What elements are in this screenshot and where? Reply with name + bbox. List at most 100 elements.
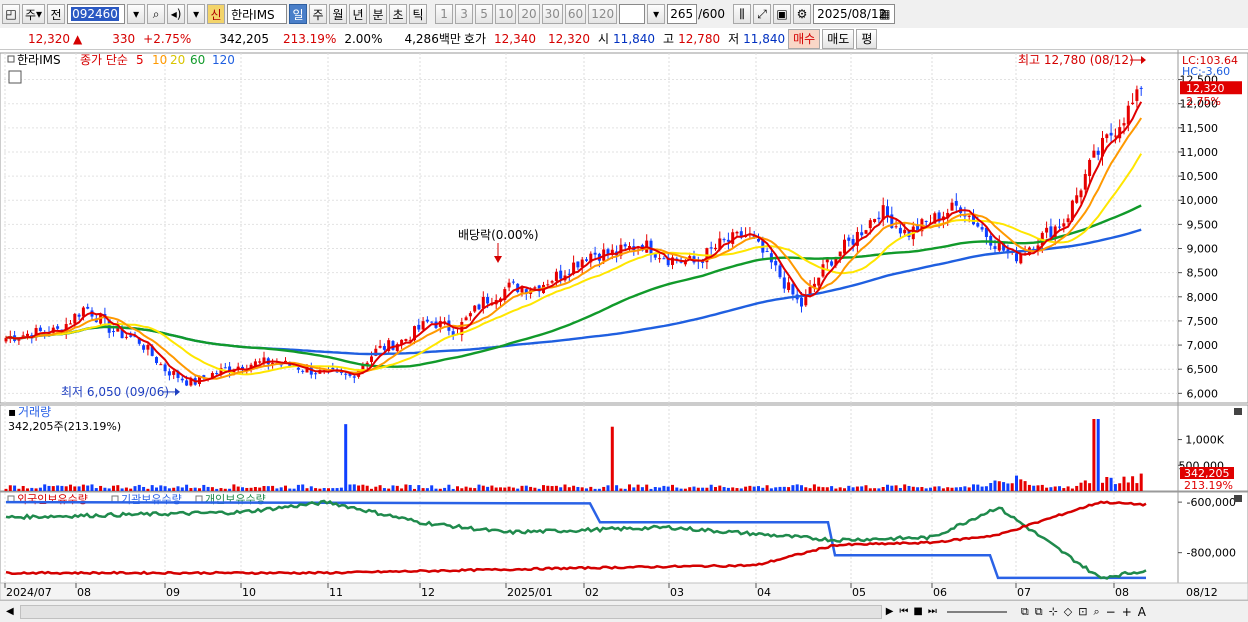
volume-bar — [1053, 486, 1057, 491]
layout-icon[interactable]: ◰ — [2, 4, 20, 24]
volume-bar — [339, 487, 343, 491]
font-size-icon[interactable]: A — [1138, 605, 1146, 619]
candle-body — [344, 373, 348, 375]
candle-body — [382, 346, 386, 350]
play-next-icon[interactable]: ⏭ — [928, 606, 937, 617]
code-dropdown-icon[interactable]: ▾ — [127, 4, 146, 24]
x-tick-label: 05 — [852, 586, 866, 599]
candle-body — [1113, 135, 1117, 137]
low-annotation: 최저 6,050 (09/06) — [61, 385, 169, 399]
candle-icon[interactable]: ⫼ — [733, 4, 752, 24]
scroll-right-icon[interactable]: ▶ — [886, 606, 894, 617]
volume-bar — [1139, 473, 1143, 491]
volume-bar — [1032, 485, 1036, 491]
period-second-button[interactable]: 초 — [389, 4, 408, 24]
candle-body — [430, 321, 434, 323]
period-year-button[interactable]: 년 — [349, 4, 368, 24]
search-icon[interactable]: ⌕ — [147, 4, 166, 24]
volume-bar — [817, 486, 821, 491]
period-minute-button[interactable]: 분 — [369, 4, 388, 24]
interval-custom-input[interactable] — [619, 4, 646, 24]
volume-bar — [769, 488, 773, 491]
zoom-in-icon[interactable]: + — [1122, 605, 1132, 619]
candle-body — [623, 244, 627, 247]
prev-button[interactable]: 전 — [47, 4, 66, 24]
volume-bar — [688, 487, 692, 491]
candle-body — [172, 371, 176, 375]
horizontal-scrollbar[interactable] — [19, 604, 882, 619]
volume-bar — [761, 487, 765, 491]
scroll-left-icon[interactable]: ◀ — [6, 606, 14, 617]
x-tick-label: 02 — [585, 586, 599, 599]
measure-icon[interactable]: ⊹ — [1049, 605, 1058, 618]
volume-bar — [563, 484, 567, 491]
volume-bar — [464, 486, 468, 491]
copy-icon[interactable]: ⧉ — [1021, 605, 1029, 619]
volume-bar — [864, 485, 868, 491]
volume-bar — [1079, 482, 1083, 491]
interval-3-button[interactable]: 3 — [455, 4, 474, 24]
volume-bar — [683, 488, 687, 491]
period-tick-button[interactable]: 틱 — [409, 4, 428, 24]
x-tick-label: 2025/01 — [507, 586, 553, 599]
search-zoom-icon[interactable]: ⌕ — [1093, 605, 1099, 619]
zoom-slider[interactable] — [946, 610, 1007, 613]
volume-bar — [357, 485, 361, 491]
period-week-button[interactable]: 주 — [309, 4, 328, 24]
stock-code-input[interactable]: 092460 — [67, 4, 126, 24]
count-input[interactable]: 265 — [667, 4, 698, 24]
candle-body — [825, 259, 829, 263]
interval-10-button[interactable]: 10 — [495, 4, 517, 24]
volume-value-label: 342,205주(213.19%) — [8, 420, 121, 433]
candle-body — [709, 247, 713, 249]
x-tick-label: 2024/07 — [6, 586, 52, 599]
volume-bar — [47, 485, 51, 491]
candle-body — [886, 206, 889, 217]
volume-bar — [976, 484, 980, 491]
candle-body — [585, 259, 588, 261]
volume-bar — [150, 485, 154, 491]
interval-30-button[interactable]: 30 — [541, 4, 563, 24]
speaker-icon[interactable]: ◂) — [167, 4, 186, 24]
period-day-button[interactable]: 일 — [289, 4, 308, 24]
candle-body — [215, 373, 219, 375]
period-type-select[interactable]: 주 ▾ — [22, 4, 46, 24]
interval-60-button[interactable]: 60 — [564, 4, 587, 24]
candle-body — [847, 237, 851, 241]
ruler-icon[interactable]: ⊡ — [1078, 605, 1087, 618]
interval-20-button[interactable]: 20 — [518, 4, 540, 24]
candle-body — [159, 364, 163, 366]
zoom-out-icon[interactable]: − — [1106, 605, 1116, 619]
shape-icon[interactable]: ◇ — [1064, 605, 1072, 618]
stock-chart[interactable]: 2024/07 08 09 10 11 12 2025/01 02 03 04 05 06 07 08 08… — [0, 50, 1248, 600]
eval-button[interactable]: 평 — [856, 28, 878, 49]
calendar-icon[interactable]: ▦ — [879, 7, 890, 21]
compare-icon[interactable]: ⧉ — [1035, 605, 1043, 619]
interval-120-button[interactable]: 120 — [588, 4, 618, 24]
volume-bar — [202, 484, 206, 491]
save-icon[interactable]: ▣ — [773, 4, 792, 24]
candle-body — [868, 220, 872, 229]
holdings-tick-label: -600,000 — [1187, 496, 1236, 509]
draw-tool-icon[interactable]: ⤢ — [753, 4, 772, 24]
interval-dropdown-icon[interactable]: ▾ — [647, 4, 666, 24]
gear-icon[interactable]: ⚙ — [793, 4, 812, 24]
more-dropdown-icon[interactable]: ▾ — [187, 4, 206, 24]
x-tick-label: 11 — [329, 586, 343, 599]
sell-button[interactable]: 매도 — [822, 28, 855, 49]
holdings-legend-0: 외국인보유수량 — [17, 493, 88, 506]
volume-bar — [1088, 483, 1092, 491]
stock-name-field[interactable]: 한라IMS — [227, 4, 288, 24]
buy-button[interactable]: 매수 — [788, 28, 821, 49]
interval-5-button[interactable]: 5 — [475, 4, 494, 24]
interval-1-button[interactable]: 1 — [435, 4, 454, 24]
volume-bar — [236, 486, 240, 491]
volume-bar — [1113, 484, 1117, 491]
volume-bar — [765, 485, 769, 491]
stop-icon[interactable]: ■ — [913, 606, 922, 617]
volume-bar — [847, 485, 851, 491]
volume-bar — [718, 485, 722, 491]
volume-bar — [550, 486, 554, 491]
play-prev-icon[interactable]: ⏮ — [899, 606, 908, 617]
period-month-button[interactable]: 월 — [329, 4, 348, 24]
